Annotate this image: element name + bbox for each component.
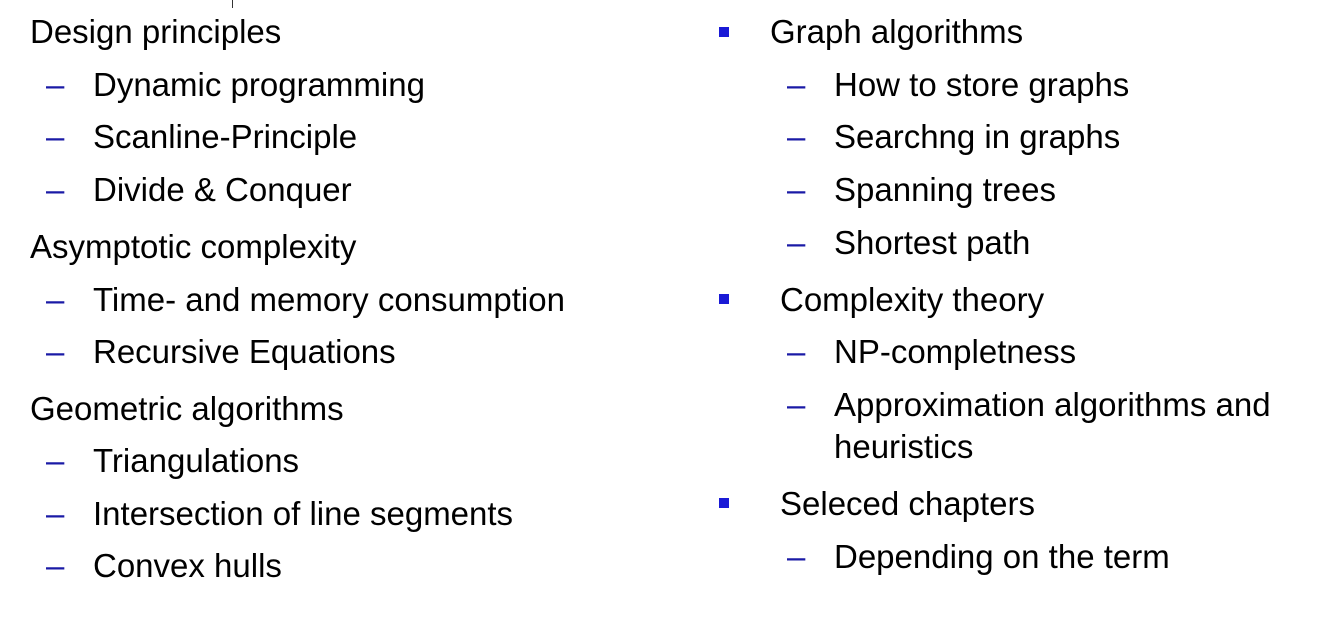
top-tick-mark xyxy=(232,0,233,8)
list-item: Shortest path xyxy=(834,224,1031,261)
list-item-continuation: heuristics xyxy=(834,428,974,465)
slide: Design principles – Dynamic programming … xyxy=(0,0,1323,624)
dash-icon: – xyxy=(46,66,65,103)
list-item: NP-completness xyxy=(834,333,1077,370)
dash-icon: – xyxy=(46,442,65,479)
dash-icon: – xyxy=(46,171,65,208)
list-item: Spanning trees xyxy=(834,171,1056,208)
list-item: Approximation algorithms and xyxy=(834,386,1271,423)
list-item: Time- and memory consumption xyxy=(93,281,565,318)
section-title-design-principles: Design principles xyxy=(30,13,282,50)
dash-icon: – xyxy=(46,547,65,584)
dash-icon: – xyxy=(46,118,65,155)
dash-icon: – xyxy=(46,281,65,318)
section-title-seleced-chapters: Seleced chapters xyxy=(780,485,1035,522)
section-title-graph-algorithms: Graph algorithms xyxy=(770,13,1024,50)
list-item: Triangulations xyxy=(93,442,300,479)
dash-icon: – xyxy=(787,224,806,261)
list-item: Dynamic programming xyxy=(93,66,425,103)
dash-icon: – xyxy=(46,495,65,532)
list-item: Depending on the term xyxy=(834,538,1170,575)
dash-icon: – xyxy=(787,66,806,103)
section-title-complexity-theory: Complexity theory xyxy=(780,281,1045,318)
list-item: Divide & Conquer xyxy=(93,171,352,208)
dash-icon: – xyxy=(787,118,806,155)
dash-icon: – xyxy=(46,333,65,370)
square-bullet-icon xyxy=(719,498,729,508)
list-item: How to store graphs xyxy=(834,66,1130,103)
section-title-geometric-algorithms: Geometric algorithms xyxy=(30,390,344,427)
dash-icon: – xyxy=(787,171,806,208)
list-item: Intersection of line segments xyxy=(93,495,514,532)
list-item: Searchng in graphs xyxy=(834,118,1121,155)
dash-icon: – xyxy=(787,386,806,423)
square-bullet-icon xyxy=(719,294,729,304)
list-item: Convex hulls xyxy=(93,547,282,584)
list-item: Recursive Equations xyxy=(93,333,396,370)
dash-icon: – xyxy=(787,333,806,370)
dash-icon: – xyxy=(787,538,806,575)
square-bullet-icon xyxy=(719,27,729,37)
list-item: Scanline-Principle xyxy=(93,118,358,155)
section-title-asymptotic-complexity: Asymptotic complexity xyxy=(30,228,357,265)
